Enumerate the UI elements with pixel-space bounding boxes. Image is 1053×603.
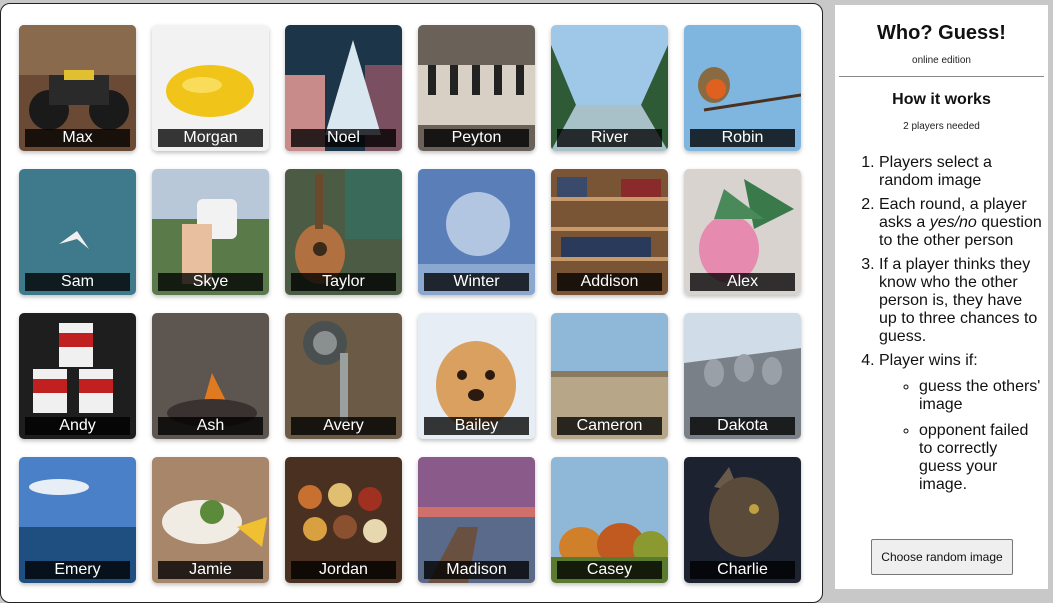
card-winter[interactable]: Winter — [418, 169, 535, 295]
image-grid: Max Morgan Noel Peyton River Robin Sam S… — [19, 25, 801, 583]
card-emery[interactable]: Emery — [19, 457, 136, 583]
game-board: Max Morgan Noel Peyton River Robin Sam S… — [0, 3, 823, 603]
rule-step: Players select a random image — [879, 154, 1044, 190]
app-title: Who? Guess! — [877, 22, 1006, 44]
card-jamie[interactable]: Jamie — [152, 457, 269, 583]
card-name: Emery — [25, 561, 130, 579]
card-river[interactable]: River — [551, 25, 668, 151]
app-subtitle: online edition — [912, 55, 971, 66]
card-name: Sam — [25, 273, 130, 291]
card-addison[interactable]: Addison — [551, 169, 668, 295]
card-morgan[interactable]: Morgan — [152, 25, 269, 151]
card-peyton[interactable]: Peyton — [418, 25, 535, 151]
players-needed: 2 players needed — [903, 121, 980, 132]
card-bailey[interactable]: Bailey — [418, 313, 535, 439]
rule-step: Player wins if: guess the others' image … — [879, 352, 1044, 494]
rule-step: Each round, a player asks a yes/no quest… — [879, 196, 1044, 250]
card-name: Jamie — [158, 561, 263, 579]
card-taylor[interactable]: Taylor — [285, 169, 402, 295]
card-name: Madison — [424, 561, 529, 579]
win-conditions: guess the others' image opponent failed … — [879, 378, 1044, 494]
card-dakota[interactable]: Dakota — [684, 313, 801, 439]
card-andy[interactable]: Andy — [19, 313, 136, 439]
card-sam[interactable]: Sam — [19, 169, 136, 295]
card-charlie[interactable]: Charlie — [684, 457, 801, 583]
how-it-works-heading: How it works — [892, 91, 991, 108]
info-panel: Who? Guess! online edition How it works … — [835, 5, 1048, 589]
rules-list: Players select a random image Each round… — [835, 154, 1048, 494]
card-name: Charlie — [690, 561, 795, 579]
choose-random-image-button[interactable]: Choose random image — [871, 539, 1013, 575]
win-condition: opponent failed to correctly guess your … — [919, 422, 1044, 494]
card-madison[interactable]: Madison — [418, 457, 535, 583]
card-name: Avery — [291, 417, 396, 435]
card-name: Cameron — [557, 417, 662, 435]
card-alex[interactable]: Alex — [684, 169, 801, 295]
divider — [839, 76, 1044, 77]
card-noel[interactable]: Noel — [285, 25, 402, 151]
card-name: Winter — [424, 273, 529, 291]
card-name: Taylor — [291, 273, 396, 291]
card-name: Morgan — [158, 129, 263, 147]
card-name: Dakota — [690, 417, 795, 435]
card-name: Bailey — [424, 417, 529, 435]
card-skye[interactable]: Skye — [152, 169, 269, 295]
win-condition: guess the others' image — [919, 378, 1044, 414]
rule-step: If a player thinks they know who the oth… — [879, 256, 1044, 346]
card-ash[interactable]: Ash — [152, 313, 269, 439]
card-name: Peyton — [424, 129, 529, 147]
card-name: Robin — [690, 129, 795, 147]
card-casey[interactable]: Casey — [551, 457, 668, 583]
card-robin[interactable]: Robin — [684, 25, 801, 151]
card-avery[interactable]: Avery — [285, 313, 402, 439]
card-cameron[interactable]: Cameron — [551, 313, 668, 439]
card-name: Casey — [557, 561, 662, 579]
card-name: Ash — [158, 417, 263, 435]
card-name: Jordan — [291, 561, 396, 579]
card-name: Alex — [690, 273, 795, 291]
card-name: Skye — [158, 273, 263, 291]
card-name: Andy — [25, 417, 130, 435]
card-name: Max — [25, 129, 130, 147]
card-name: Noel — [291, 129, 396, 147]
card-name: River — [557, 129, 662, 147]
card-max[interactable]: Max — [19, 25, 136, 151]
card-name: Addison — [557, 273, 662, 291]
card-jordan[interactable]: Jordan — [285, 457, 402, 583]
